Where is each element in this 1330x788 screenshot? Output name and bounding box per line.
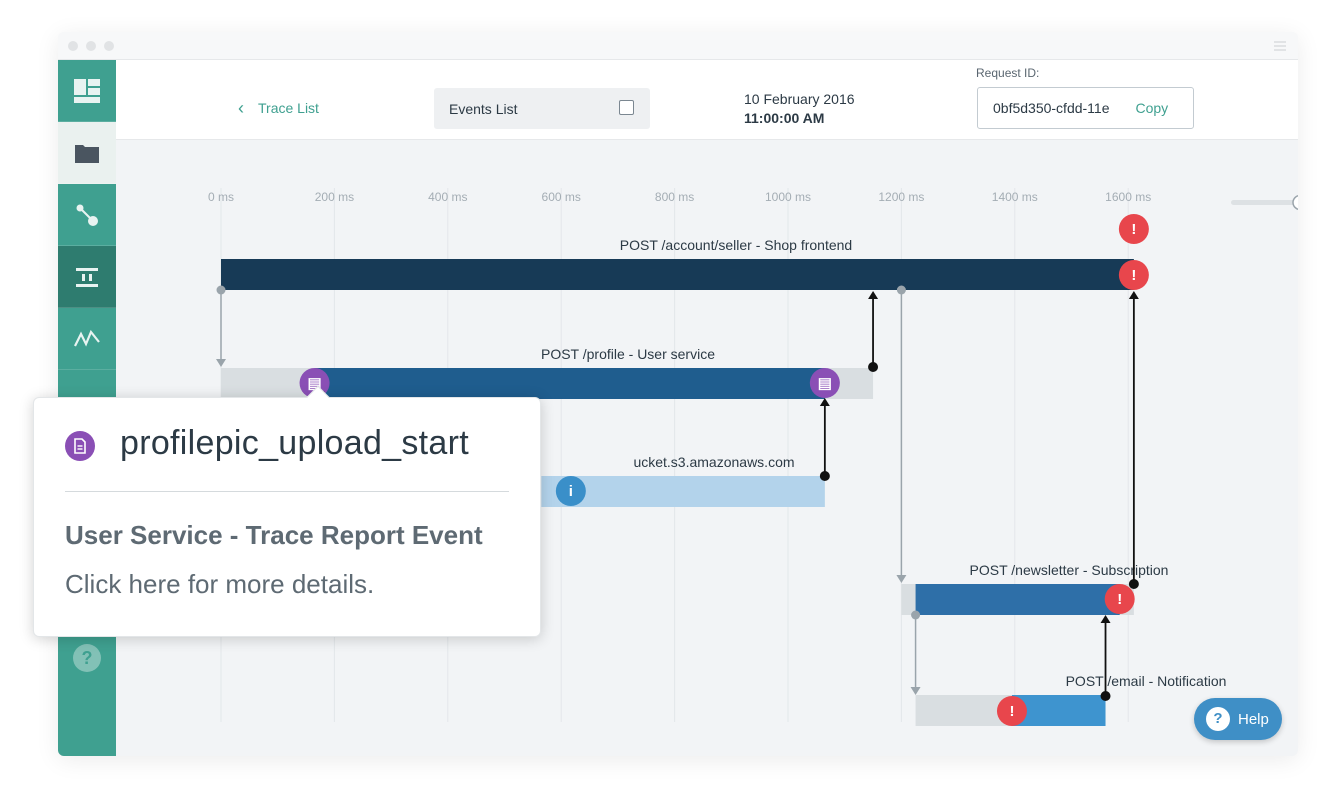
tooltip-subtitle: User Service - Trace Report Event	[65, 520, 483, 550]
window-dot[interactable]	[86, 41, 96, 51]
connector-dot	[819, 471, 830, 481]
error-icon-glyph: !	[1117, 591, 1122, 608]
connector-dot	[868, 362, 879, 372]
axis-tick-top: 1400 ms	[992, 190, 1038, 204]
arrow-head	[1128, 291, 1139, 299]
nodes-icon	[76, 204, 98, 226]
copy-button[interactable]: Copy	[1136, 100, 1169, 116]
axis-tick-top: 1200 ms	[878, 190, 924, 204]
request-id-value: 0bf5d350-cfdd-11e	[993, 100, 1110, 116]
arrow-head	[910, 687, 921, 695]
header: ‹ Trace List Events List 10 February 201…	[116, 60, 1298, 140]
help-button[interactable]: ? Help	[1194, 698, 1282, 740]
events-list-toggle[interactable]: Events List	[434, 88, 650, 129]
help-label: Help	[1238, 710, 1269, 728]
sidebar-item-dashboard[interactable]	[58, 60, 116, 122]
request-id-field[interactable]: 0bf5d350-cfdd-11e Copy	[977, 87, 1194, 129]
trace-time: 11:00:00 AM	[744, 110, 825, 126]
connector-dot	[911, 610, 921, 620]
arrow-head	[896, 575, 907, 583]
menu-icon[interactable]	[1274, 41, 1286, 53]
span-label: POST /email - Notification	[1066, 673, 1227, 689]
sidebar-item-topology[interactable]	[58, 184, 116, 246]
error-icon-glyph: !	[1131, 221, 1136, 238]
help-circle-icon[interactable]: ?	[73, 644, 101, 672]
folder-icon	[75, 144, 99, 163]
trace-date: 10 February 2016	[744, 91, 855, 107]
tooltip-divider	[65, 491, 509, 492]
sidebar-item-folder[interactable]	[58, 122, 116, 184]
span-label: POST /account/seller - Shop frontend	[620, 237, 852, 253]
connector-dot	[1100, 691, 1111, 701]
axis-tick-top: 0 ms	[208, 190, 234, 204]
tooltip-title: profilepic_upload_start	[120, 424, 470, 462]
events-list-checkbox[interactable]	[619, 100, 634, 115]
help-icon: ?	[1206, 707, 1230, 731]
span-label: ucket.s3.amazonaws.com	[633, 454, 794, 470]
arrow-head	[819, 398, 830, 406]
error-icon-glyph: !	[1131, 267, 1136, 284]
zoom-slider-track[interactable]	[1231, 200, 1298, 205]
arrow-head	[868, 291, 879, 299]
chevron-left-icon: ‹	[238, 98, 244, 118]
arrow-head	[1100, 615, 1111, 623]
axis-tick-top: 200 ms	[315, 190, 354, 204]
trace-icon	[76, 267, 98, 287]
sidebar-item-traces[interactable]	[58, 246, 116, 308]
connector-dot	[216, 285, 226, 295]
events-list-label: Events List	[449, 100, 518, 117]
span-label: POST /profile - User service	[541, 346, 715, 362]
chart-line-icon	[74, 329, 100, 347]
event-tooltip[interactable]: profilepic_upload_start User Service - T…	[33, 385, 541, 637]
error-icon-glyph: !	[1009, 703, 1014, 720]
axis-tick-top: 1000 ms	[765, 190, 811, 204]
axis-tick-top: 400 ms	[428, 190, 467, 204]
back-to-trace-list[interactable]: ‹ Trace List	[238, 98, 319, 118]
arrow-head	[216, 359, 226, 367]
span-label: POST /newsletter - Subscription	[970, 562, 1169, 578]
tooltip-details-link[interactable]: Click here for more details.	[65, 569, 374, 600]
back-label: Trace List	[258, 100, 319, 116]
window-titlebar	[58, 32, 1298, 60]
app-window: ? ‹ Trace List Events List 10 February 2…	[58, 32, 1298, 756]
span-bar[interactable]	[915, 584, 1120, 615]
dashboard-icon	[74, 78, 100, 103]
report-event-icon	[65, 431, 95, 461]
connector-dot	[1128, 579, 1139, 589]
window-dot[interactable]	[104, 41, 114, 51]
connector-dot	[896, 285, 906, 295]
sidebar-item-metrics[interactable]	[58, 308, 116, 370]
span-bar[interactable]	[314, 368, 825, 399]
report-event-icon-glyph: ▤	[818, 375, 832, 392]
request-id-label: Request ID:	[976, 66, 1040, 80]
axis-tick-top: 1600 ms	[1105, 190, 1151, 204]
window-dot[interactable]	[68, 41, 78, 51]
trace-datetime: 10 February 2016 11:00:00 AM	[744, 90, 855, 128]
zoom-slider-handle[interactable]	[1292, 195, 1298, 210]
info-icon-glyph: i	[569, 483, 573, 500]
axis-tick-top: 800 ms	[655, 190, 694, 204]
axis-tick-top: 600 ms	[542, 190, 581, 204]
span-bar[interactable]	[221, 259, 1134, 290]
